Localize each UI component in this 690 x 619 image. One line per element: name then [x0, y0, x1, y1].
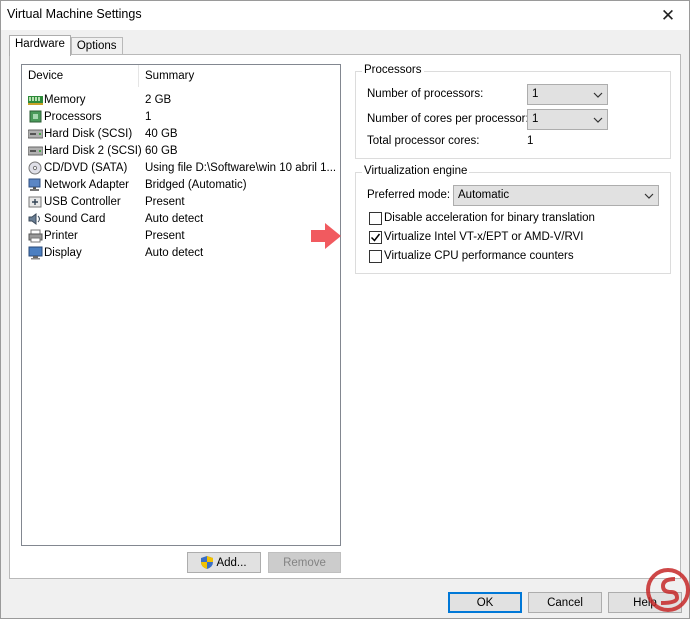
virtualize-vtx-checkbox[interactable]	[369, 231, 382, 244]
device-summary: Present	[145, 196, 185, 208]
virtualize-cpu-counters-checkbox[interactable]	[369, 250, 382, 263]
window-title: Virtual Machine Settings	[7, 7, 142, 21]
device-row-hard-disk-2[interactable]: Hard Disk 2 (SCSI) 60 GB	[22, 143, 340, 160]
device-row-network-adapter[interactable]: Network Adapter Bridged (Automatic)	[22, 177, 340, 194]
virtualization-group-title: Virtualization engine	[362, 165, 470, 177]
usb-icon	[28, 195, 43, 209]
device-name: Sound Card	[44, 213, 106, 225]
hard-disk-icon	[27, 144, 44, 158]
device-summary: 40 GB	[145, 128, 178, 140]
chevron-down-icon	[593, 90, 603, 98]
cd-dvd-icon	[28, 161, 43, 175]
hard-disk-icon	[27, 127, 44, 141]
hardware-panel: Device Summary Memory 2 GB Processors 1	[9, 54, 681, 579]
title-bar: Virtual Machine Settings ✕	[1, 1, 689, 30]
device-summary: 60 GB	[145, 145, 178, 157]
total-cores-label: Total processor cores:	[367, 135, 480, 147]
device-name: Memory	[44, 94, 86, 106]
add-button-label: Add...	[216, 556, 247, 569]
device-row-display[interactable]: Display Auto detect	[22, 245, 340, 262]
device-name: CD/DVD (SATA)	[44, 162, 128, 174]
cancel-button[interactable]: Cancel	[528, 592, 602, 613]
device-summary: Auto detect	[145, 247, 204, 259]
device-summary: Using file D:\Software\win 10 abril 1...	[145, 162, 337, 174]
virtualize-vtx-label[interactable]: Virtualize Intel VT-x/EPT or AMD-V/RVI	[384, 231, 583, 243]
display-icon	[28, 246, 43, 260]
device-column-header[interactable]: Device	[28, 70, 63, 82]
device-summary: Present	[145, 230, 185, 242]
device-summary: Auto detect	[145, 213, 204, 225]
remove-button[interactable]: Remove	[268, 552, 341, 573]
checkmark-icon	[370, 233, 381, 242]
device-name: Hard Disk (SCSI)	[44, 128, 133, 140]
ok-button[interactable]: OK	[448, 592, 522, 613]
processor-icon	[28, 110, 43, 124]
device-summary: 1	[145, 111, 152, 123]
virtualization-engine-group: Virtualization engine Preferred mode: Au…	[355, 165, 671, 274]
num-processors-select[interactable]: 1	[527, 84, 608, 105]
cores-per-processor-value: 1	[532, 113, 539, 125]
printer-icon	[28, 229, 43, 243]
cores-per-processor-label: Number of cores per processor:	[367, 113, 529, 125]
close-button[interactable]: ✕	[647, 1, 689, 30]
watermark-logo-icon	[645, 561, 690, 619]
memory-icon	[28, 93, 43, 107]
tab-hardware[interactable]: Hardware	[9, 35, 71, 56]
virtualize-cpu-counters-label[interactable]: Virtualize CPU performance counters	[384, 250, 574, 262]
device-name: Network Adapter	[44, 179, 130, 191]
device-row-sound-card[interactable]: Sound Card Auto detect	[22, 211, 340, 228]
cores-per-processor-select[interactable]: 1	[527, 109, 608, 130]
preferred-mode-label: Preferred mode:	[367, 189, 451, 201]
device-name: Printer	[44, 230, 78, 242]
summary-column-header[interactable]: Summary	[145, 70, 194, 82]
device-row-hard-disk[interactable]: Hard Disk (SCSI) 40 GB	[22, 126, 340, 143]
device-row-cd-dvd[interactable]: CD/DVD (SATA) Using file D:\Software\win…	[22, 160, 340, 177]
device-row-usb-controller[interactable]: USB Controller Present	[22, 194, 340, 211]
chevron-down-icon	[593, 115, 603, 123]
device-summary: Bridged (Automatic)	[145, 179, 247, 191]
column-separator[interactable]	[138, 65, 139, 87]
shield-icon	[201, 556, 214, 569]
device-name: USB Controller	[44, 196, 121, 208]
settings-window: Virtual Machine Settings ✕ Hardware Opti…	[0, 0, 690, 619]
disable-binary-translation-label[interactable]: Disable acceleration for binary translat…	[384, 212, 595, 224]
disable-binary-translation-checkbox[interactable]	[369, 212, 382, 225]
device-name: Processors	[44, 111, 102, 123]
red-arrow-icon	[311, 223, 341, 252]
device-list[interactable]: Device Summary Memory 2 GB Processors 1	[21, 64, 341, 546]
device-name: Hard Disk 2 (SCSI)	[44, 145, 142, 157]
network-adapter-icon	[28, 178, 43, 192]
sound-card-icon	[28, 212, 43, 226]
device-row-printer[interactable]: Printer Present	[22, 228, 340, 245]
device-summary: 2 GB	[145, 94, 172, 106]
processors-group-title: Processors	[362, 64, 424, 76]
preferred-mode-value: Automatic	[458, 189, 510, 201]
preferred-mode-select[interactable]: Automatic	[453, 185, 659, 206]
chevron-down-icon	[644, 191, 654, 199]
add-button[interactable]: Add...	[187, 552, 261, 573]
device-name: Display	[44, 247, 82, 259]
list-header: Device Summary	[22, 65, 340, 87]
num-processors-label: Number of processors:	[367, 88, 484, 100]
num-processors-value: 1	[532, 88, 539, 100]
total-cores-value: 1	[527, 135, 534, 147]
device-row-processors[interactable]: Processors 1	[22, 109, 340, 126]
processors-group: Processors Number of processors: 1 Numbe…	[355, 64, 671, 159]
tab-strip: Hardware Options	[9, 35, 123, 56]
device-row-memory[interactable]: Memory 2 GB	[22, 92, 340, 109]
